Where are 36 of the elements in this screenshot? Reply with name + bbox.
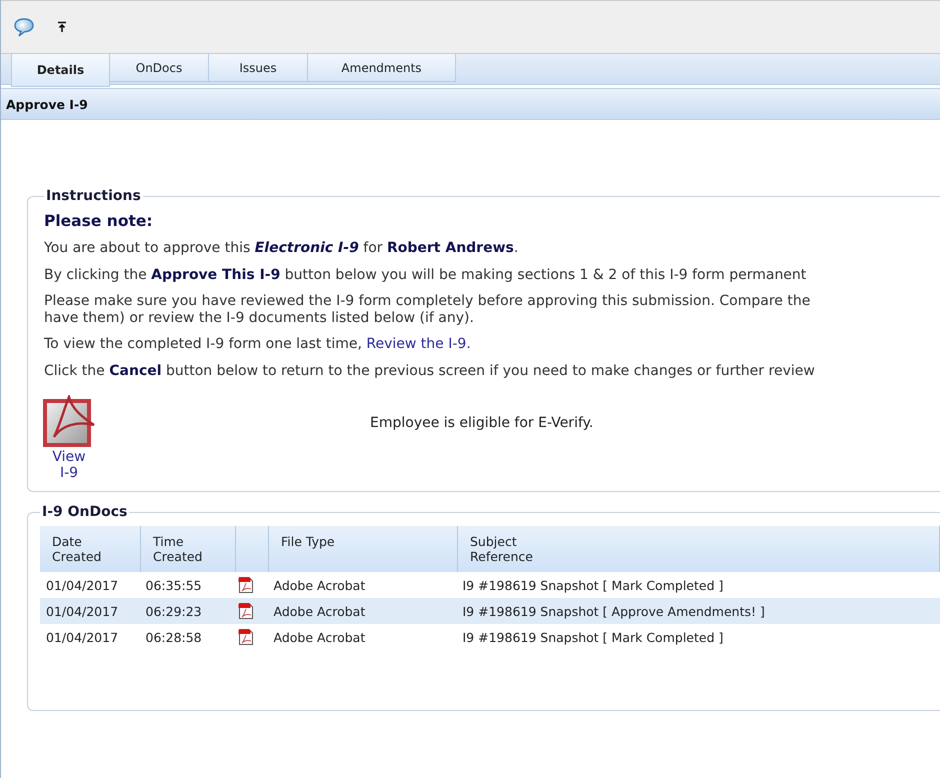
table-cell: I9 #198619 Snapshot [ Approve Amendments! ] — [458, 598, 940, 624]
table-cell: Adobe Acrobat — [268, 598, 458, 624]
column-header: Subject Reference — [458, 526, 940, 572]
instruction-text: You are about to approve this Electronic I-9 for Robert Andrews. — [44, 240, 520, 257]
table-cell: 06:28:58 — [140, 624, 236, 650]
pdf-file-icon[interactable] — [238, 576, 254, 594]
table-cell: 06:29:23 — [140, 598, 236, 624]
instruction-text: Please make sure you have reviewed the I-9 form completely before approving this submission. Compare the have them) or review the I-9 documents listed below (if any). — [44, 293, 812, 326]
table-cell: Adobe Acrobat — [268, 624, 458, 650]
column-header: Time Created — [140, 526, 236, 572]
instruction-text: To view the completed I-9 form one last time, — [44, 336, 363, 352]
section-legend: I-9 OnDocs — [40, 504, 130, 520]
column-header: Date Created — [40, 526, 140, 572]
tab[interactable]: Issues — [209, 54, 308, 82]
table-cell: 01/04/2017 — [40, 624, 140, 650]
pdf-file-icon[interactable] — [238, 602, 254, 620]
column-header: File Type — [268, 526, 458, 572]
table-cell: Adobe Acrobat — [268, 572, 458, 598]
arrow-up-bar-icon[interactable] — [57, 21, 67, 33]
table-cell: 01/04/2017 — [40, 598, 140, 624]
table-cell: I9 #198619 Snapshot [ Mark Completed ] — [458, 572, 940, 598]
tab[interactable]: Details — [11, 54, 110, 87]
review-link[interactable]: Review the I-9. — [366, 336, 471, 352]
speech-bubble-icon[interactable] — [13, 17, 35, 37]
page-title: Approve I-9 — [6, 96, 88, 112]
table-cell: 01/04/2017 — [40, 572, 140, 598]
section-legend: Instructions — [44, 188, 143, 204]
tab[interactable]: Amendments — [308, 54, 456, 82]
instruction-text: By clicking the Approve This I-9 button below you will be making sections 1 & 2 of this I-9 form permanent — [44, 266, 808, 284]
instruction-text: Click the Cancel button below to return to the previous screen if you need to make changes or further review — [44, 362, 816, 380]
table-cell: 06:35:55 — [140, 572, 236, 598]
tab[interactable]: OnDocs — [110, 54, 209, 82]
eligibility-text: Employee is eligible for E-Verify. — [370, 415, 594, 432]
table-cell: I9 #198619 Snapshot [ Mark Completed ] — [458, 624, 940, 650]
note-heading: Please note: — [44, 212, 154, 230]
pdf-file-icon[interactable] — [238, 628, 254, 646]
